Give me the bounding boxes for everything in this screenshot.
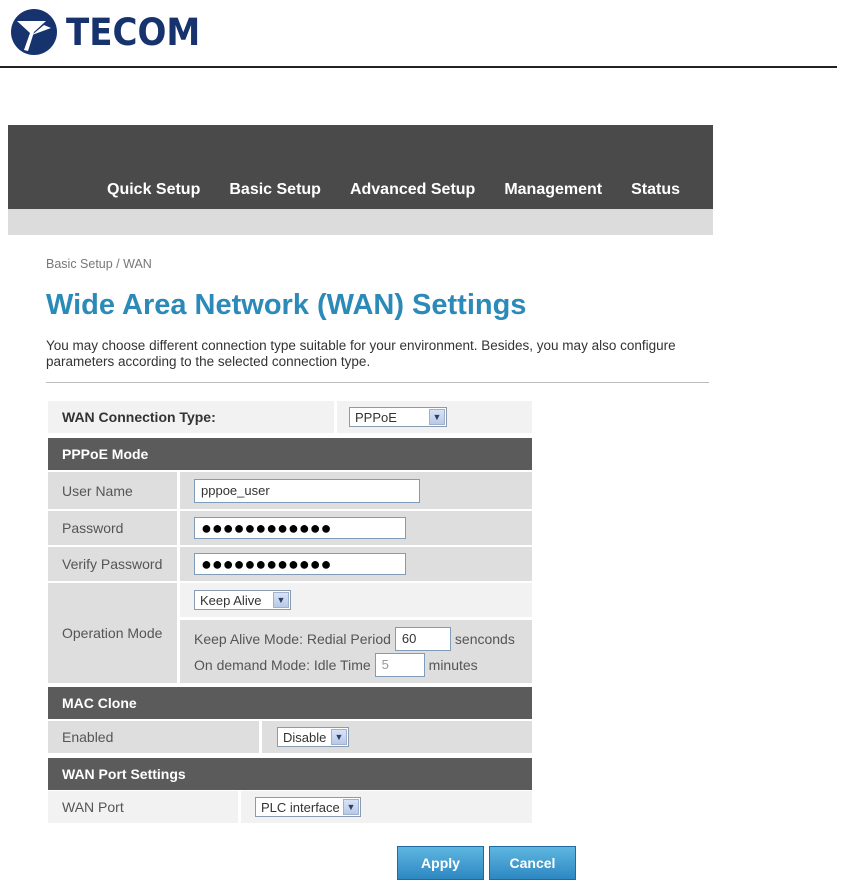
cancel-button[interactable]: Cancel — [489, 846, 576, 880]
chevron-down-icon: ▼ — [331, 729, 347, 745]
password-input[interactable]: ●●●●●●●●●●●● — [194, 517, 406, 539]
chevron-down-icon: ▼ — [429, 409, 445, 425]
chevron-down-icon: ▼ — [273, 592, 289, 608]
operation-mode-label: Operation Mode — [48, 583, 177, 683]
page-title: Wide Area Network (WAN) Settings — [46, 289, 527, 321]
operation-mode-select[interactable]: Keep Alive ▼ — [194, 590, 291, 610]
nav-status[interactable]: Status — [631, 181, 680, 199]
apply-button[interactable]: Apply — [397, 846, 484, 880]
username-label: User Name — [48, 472, 177, 509]
mac-clone-section-header: MAC Clone — [48, 687, 532, 719]
nav-basic-setup[interactable]: Basic Setup — [229, 181, 321, 199]
username-input[interactable]: pppoe_user — [194, 478, 420, 503]
wan-port-select[interactable]: PLC interface ▼ — [255, 797, 361, 817]
wan-port-section-header: WAN Port Settings — [48, 758, 532, 790]
wan-type-value: PPPoE — [355, 409, 397, 425]
wan-type-row: WAN Connection Type: PPPoE ▼ — [48, 401, 532, 433]
password-label: Password — [48, 511, 177, 545]
tecom-logo-icon — [11, 9, 57, 55]
password-row: Password ●●●●●●●●●●●● — [48, 511, 532, 545]
ondemand-unit: minutes — [428, 656, 478, 673]
username-row: User Name pppoe_user — [48, 472, 532, 509]
ondemand-label: On demand Mode: Idle Time — [194, 656, 371, 673]
mac-clone-value: Disable — [283, 729, 327, 745]
header-divider — [0, 66, 837, 68]
content-divider — [46, 382, 709, 383]
idle-time-input[interactable]: 5 — [374, 652, 425, 677]
wan-port-value: PLC interface — [261, 799, 340, 815]
brand-logo: TECOM — [10, 2, 212, 62]
redial-period-input[interactable]: 60 — [394, 626, 451, 651]
keepalive-label: Keep Alive Mode: Redial Period — [194, 630, 391, 647]
page-description: You may choose different connection type… — [46, 338, 676, 369]
wan-type-select[interactable]: PPPoE ▼ — [349, 407, 447, 427]
chevron-down-icon: ▼ — [343, 799, 359, 815]
pppoe-section-header: PPPoE Mode — [48, 438, 532, 470]
nav-advanced-setup[interactable]: Advanced Setup — [350, 181, 475, 199]
breadcrumb: Basic Setup / WAN — [46, 257, 152, 271]
nav-quick-setup[interactable]: Quick Setup — [107, 181, 200, 199]
sub-nav-bar — [8, 209, 713, 235]
wan-port-label: WAN Port — [48, 791, 238, 823]
verify-password-input[interactable]: ●●●●●●●●●●●● — [194, 553, 406, 575]
operation-mode-value: Keep Alive — [200, 592, 262, 608]
operation-mode-row: Operation Mode Keep Alive ▼ Keep Alive M… — [48, 583, 532, 683]
nav-management[interactable]: Management — [504, 181, 602, 199]
brand-name: TECOM — [66, 10, 201, 54]
main-nav: Quick Setup Basic Setup Advanced Setup M… — [8, 125, 713, 209]
verify-password-row: Verify Password ●●●●●●●●●●●● — [48, 547, 532, 581]
mac-clone-select[interactable]: Disable ▼ — [277, 727, 349, 747]
mac-clone-row: Enabled Disable ▼ — [48, 721, 532, 753]
wan-port-row: WAN Port PLC interface ▼ — [48, 791, 532, 823]
verify-password-label: Verify Password — [48, 547, 177, 581]
mac-clone-enabled-label: Enabled — [48, 721, 259, 753]
keepalive-unit: senconds — [454, 630, 515, 647]
wan-type-label: WAN Connection Type: — [48, 401, 334, 433]
